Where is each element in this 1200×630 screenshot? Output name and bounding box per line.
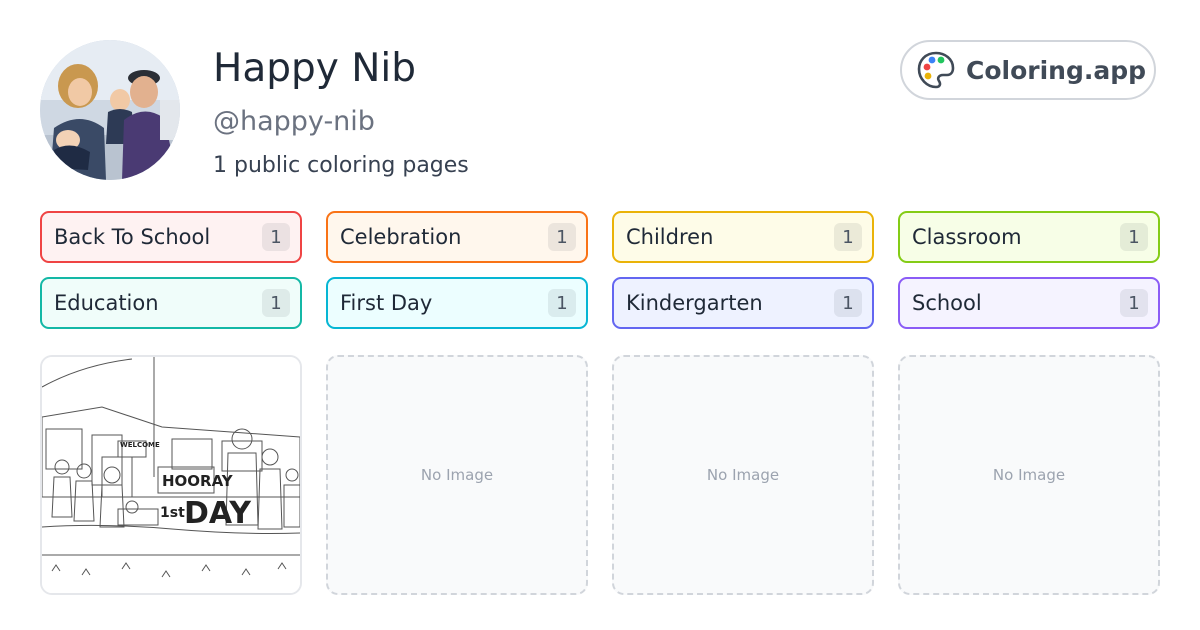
profile-name: Happy Nib — [213, 46, 416, 91]
tag-label: Back To School — [54, 225, 211, 249]
coloring-page-placeholder: No Image — [612, 355, 874, 595]
tag-first-day[interactable]: First Day 1 — [326, 277, 588, 329]
tag-celebration[interactable]: Celebration 1 — [326, 211, 588, 263]
tag-count-badge: 1 — [834, 223, 862, 251]
tag-classroom[interactable]: Classroom 1 — [898, 211, 1160, 263]
tag-label: School — [912, 291, 982, 315]
tag-count-badge: 1 — [1120, 289, 1148, 317]
tag-school[interactable]: School 1 — [898, 277, 1160, 329]
thumbnail-sign-hooray: HOORAY — [162, 472, 234, 490]
tag-label: Celebration — [340, 225, 462, 249]
tag-count-badge: 1 — [834, 289, 862, 317]
tag-label: Kindergarten — [626, 291, 763, 315]
tag-education[interactable]: Education 1 — [40, 277, 302, 329]
brand-label: Coloring.app — [966, 55, 1147, 85]
tag-label: First Day — [340, 291, 433, 315]
tag-label: Children — [626, 225, 714, 249]
coloring-page-placeholder: No Image — [326, 355, 588, 595]
tag-count-badge: 1 — [1120, 223, 1148, 251]
tag-label: Classroom — [912, 225, 1022, 249]
no-image-label: No Image — [992, 466, 1066, 484]
palette-icon — [917, 51, 955, 89]
tag-children[interactable]: Children 1 — [612, 211, 874, 263]
tag-count-badge: 1 — [548, 289, 576, 317]
no-image-label: No Image — [420, 466, 494, 484]
tag-count-badge: 1 — [548, 223, 576, 251]
page-count: 1 public coloring pages — [213, 153, 469, 178]
coloring-page-card[interactable]: HOORAY 1st DAY WELCOME — [40, 355, 302, 595]
thumbnail-sign-first: 1st — [160, 505, 185, 521]
avatar-photo — [40, 40, 180, 180]
brand-badge[interactable]: Coloring.app — [900, 40, 1156, 100]
tag-count-badge: 1 — [262, 289, 290, 317]
profile-handle: @happy-nib — [213, 106, 375, 137]
thumbnail-sign-welcome: WELCOME — [120, 441, 160, 449]
coloring-page-placeholder: No Image — [898, 355, 1160, 595]
coloring-page-grid: HOORAY 1st DAY WELCOME No Image No Image… — [40, 355, 1160, 595]
avatar — [40, 40, 180, 180]
coloring-page-thumbnail: HOORAY 1st DAY WELCOME — [42, 357, 300, 593]
tag-label: Education — [54, 291, 159, 315]
thumbnail-sign-day: DAY — [184, 496, 252, 531]
tag-list: Back To School 1 Celebration 1 Children … — [40, 211, 1160, 329]
tag-count-badge: 1 — [262, 223, 290, 251]
tag-back-to-school[interactable]: Back To School 1 — [40, 211, 302, 263]
no-image-label: No Image — [706, 466, 780, 484]
tag-kindergarten[interactable]: Kindergarten 1 — [612, 277, 874, 329]
